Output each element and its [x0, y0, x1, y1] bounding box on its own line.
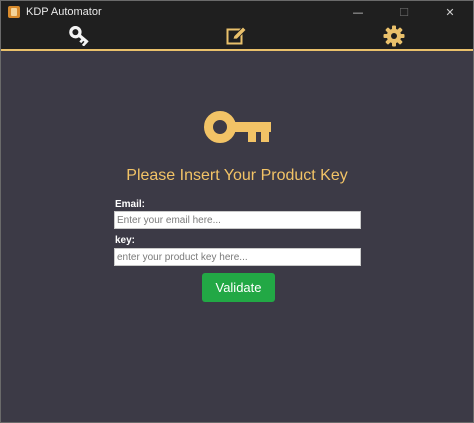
app-icon — [8, 6, 20, 18]
key-label: key: — [115, 235, 136, 246]
tab-bar — [1, 23, 473, 51]
key-icon — [68, 26, 89, 46]
validate-button[interactable]: Validate — [202, 273, 275, 302]
email-field[interactable] — [114, 211, 361, 229]
edit-icon — [226, 26, 247, 45]
title-bar: KDP Automator — ☐ ✕ — [1, 1, 473, 23]
app-window: KDP Automator — ☐ ✕ Please Insert Your P… — [0, 0, 474, 423]
page-title: Please Insert Your Product Key — [126, 167, 348, 184]
maximize-button[interactable]: ☐ — [381, 1, 427, 23]
tab-key[interactable] — [1, 23, 158, 49]
tab-settings[interactable] — [315, 23, 472, 49]
window-controls: — ☐ ✕ — [335, 1, 473, 23]
gear-icon — [383, 25, 404, 47]
window-title: KDP Automator — [26, 6, 102, 18]
close-button[interactable]: ✕ — [427, 1, 473, 23]
product-key-field[interactable] — [114, 248, 361, 266]
tab-edit[interactable] — [158, 23, 315, 49]
email-label: Email: — [115, 199, 146, 210]
key-icon — [204, 111, 271, 143]
minimize-button[interactable]: — — [335, 1, 381, 23]
main-panel: Please Insert Your Product Key Email: ke… — [1, 51, 473, 422]
